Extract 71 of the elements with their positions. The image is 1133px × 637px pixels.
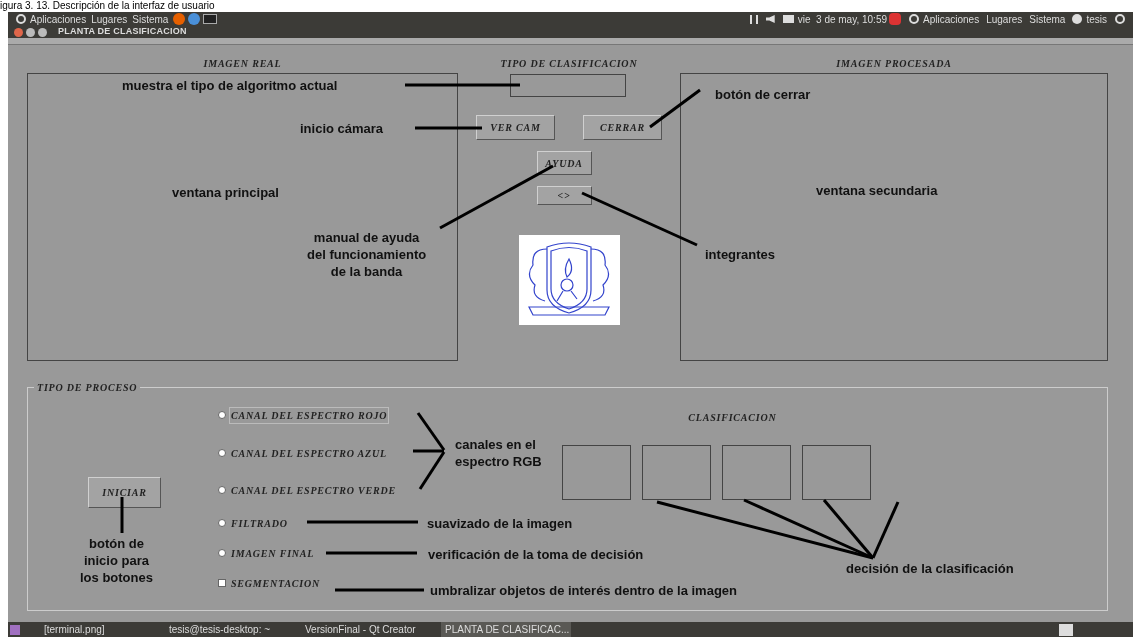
terminal-icon[interactable] xyxy=(203,14,218,24)
radio-button[interactable] xyxy=(218,449,226,457)
annotation-text: inicio cámara xyxy=(300,120,384,137)
annotation-text: ventana secundaria xyxy=(816,182,938,199)
option-label[interactable]: FILTRADO xyxy=(229,514,290,532)
result-box xyxy=(721,445,791,500)
option-label[interactable]: IMAGEN FINAL xyxy=(229,544,317,562)
push-button[interactable]: VER CAM xyxy=(476,115,555,140)
annotation-text: suavizado de la imagen xyxy=(427,515,573,532)
taskbar-item[interactable]: VersionFinal - Qt Creator xyxy=(301,622,441,637)
push-button[interactable]: <> xyxy=(536,186,592,205)
annotation-text: ventana principal xyxy=(172,184,279,201)
push-button[interactable]: AYUDA xyxy=(536,151,592,175)
mail-icon[interactable] xyxy=(782,15,794,23)
annotation-text: decisión de la clasificación xyxy=(846,560,1014,577)
leader-line xyxy=(120,497,124,533)
annotation-text: muestra el tipo de algoritmo actual xyxy=(122,77,338,94)
annotation-text: umbralizar objetos de interés dentro de la imagen xyxy=(430,582,738,599)
leader-line xyxy=(649,88,701,129)
panel-menu[interactable]: Sistema xyxy=(1029,11,1066,27)
result-box xyxy=(561,445,631,500)
result-box xyxy=(801,445,871,500)
panel-menu[interactable]: Sistema xyxy=(132,11,169,27)
radio-button[interactable] xyxy=(218,519,226,527)
annotation-text: botón de cerrar xyxy=(715,86,811,103)
network-icon[interactable] xyxy=(749,14,758,24)
minimize-icon[interactable] xyxy=(26,27,35,37)
annotation-text: manual de ayuda del funcionamiento de la banda xyxy=(307,229,427,280)
section-label: CLASIFICACION xyxy=(688,411,777,425)
annotation-text: verificación de la toma de decisión xyxy=(428,546,644,563)
annotation-text: canales en el espectro RGB xyxy=(455,436,542,470)
taskbar-item[interactable]: PLANTA DE CLASIFICAC... xyxy=(441,622,571,637)
radio-button[interactable] xyxy=(218,549,226,557)
option-label[interactable]: SEGMENTACION xyxy=(229,574,323,592)
panel-label: IMAGEN REAL xyxy=(203,57,282,71)
help-icon[interactable] xyxy=(188,13,201,25)
shutdown-icon[interactable] xyxy=(1115,14,1125,24)
result-box xyxy=(641,445,711,500)
volume-icon[interactable] xyxy=(765,15,775,23)
panel-menu[interactable]: Aplicaciones xyxy=(923,11,980,27)
panel-menu[interactable]: Aplicaciones xyxy=(30,11,87,27)
browser-icon[interactable] xyxy=(173,13,186,25)
push-button[interactable]: CERRAR xyxy=(583,115,662,140)
panel-menu[interactable]: Lugares xyxy=(986,11,1023,27)
checkbox[interactable] xyxy=(218,579,226,587)
push-button[interactable]: INICIAR xyxy=(88,477,161,508)
classification-field[interactable] xyxy=(510,74,626,97)
figure-caption: igura 3. 13. Descripción de la interfaz de usuario xyxy=(0,0,215,12)
clock[interactable]: vie 3 de may, 10:59 xyxy=(797,11,887,27)
maximize-icon[interactable] xyxy=(38,27,47,37)
leader-line xyxy=(415,126,482,130)
desktop-icon[interactable] xyxy=(10,624,20,635)
panel-label: IMAGEN PROCESADA xyxy=(836,57,952,71)
taskbar-item[interactable]: tesis@tesis-desktop: ~ xyxy=(165,622,301,637)
option-label[interactable]: CANAL DEL ESPECTRO VERDE xyxy=(229,481,398,499)
trash-icon[interactable] xyxy=(1059,623,1073,636)
ubuntu-icon[interactable] xyxy=(16,14,26,24)
field-label: TIPO DE CLASIFICACION xyxy=(500,57,638,71)
window-title: PLANTA DE CLASIFICACION xyxy=(58,25,187,39)
panel-menu[interactable]: Lugares xyxy=(91,11,128,27)
taskbar-item[interactable]: [terminal.png] xyxy=(40,622,165,637)
power-icon[interactable] xyxy=(889,13,901,25)
annotation-text: botón de inicio para los botones xyxy=(80,535,153,586)
option-label[interactable]: CANAL DEL ESPECTRO AZUL xyxy=(229,444,389,462)
user-name[interactable]: tesis xyxy=(1086,11,1107,27)
option-label[interactable]: CANAL DEL ESPECTRO ROJO xyxy=(229,406,390,424)
radio-button[interactable] xyxy=(218,486,226,494)
ubuntu-icon[interactable] xyxy=(909,14,919,24)
status-icon[interactable] xyxy=(1072,14,1083,24)
radio-button[interactable] xyxy=(218,411,226,419)
annotation-text: integrantes xyxy=(705,246,776,263)
